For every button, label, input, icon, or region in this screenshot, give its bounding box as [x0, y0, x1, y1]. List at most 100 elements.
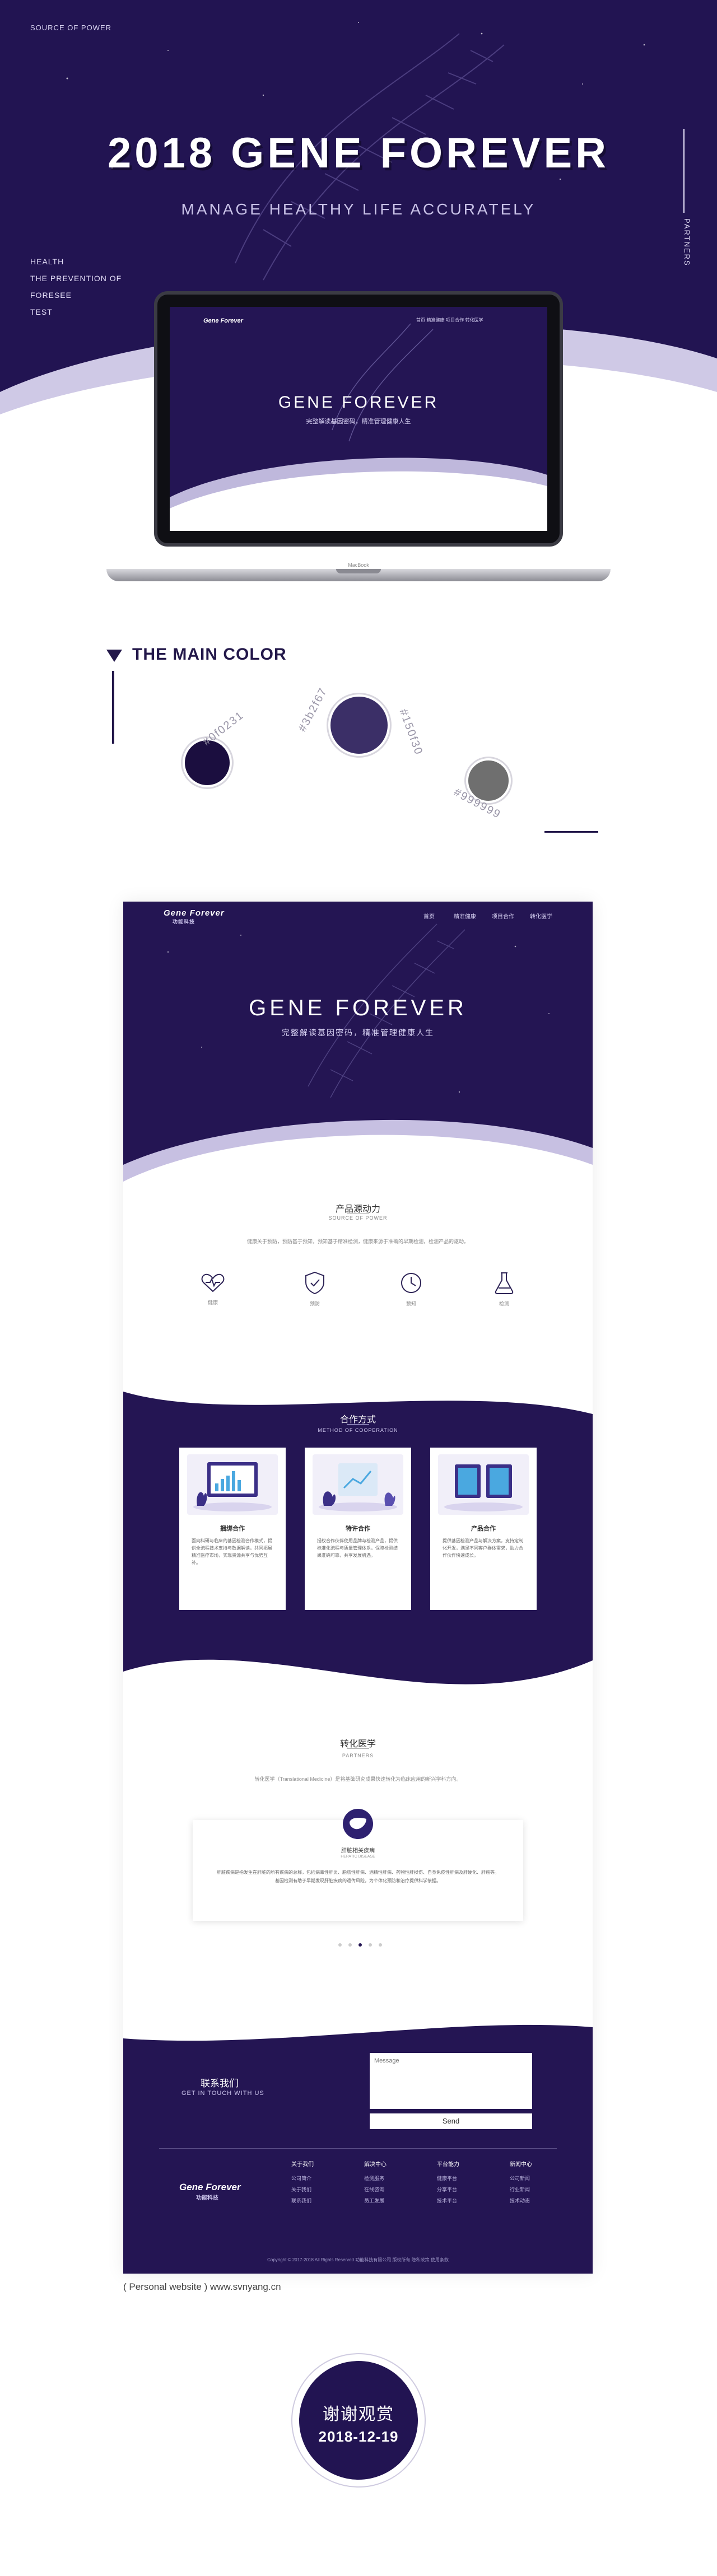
footer-link[interactable]: 关于我们 — [291, 2184, 314, 2195]
power-subtitle: SOURCE OF POWER — [328, 1215, 388, 1221]
carousel-dot[interactable] — [338, 1943, 342, 1947]
laptop-frame: GENE FOREVER 完整解读基因密码，精准管理健康人生 Gene Fore… — [154, 291, 563, 547]
card-illustration — [187, 1454, 278, 1515]
clock-icon — [401, 1273, 421, 1293]
hero-title: 2018 GENE FOREVER — [107, 129, 610, 177]
card-title: 特许合作 — [346, 1525, 370, 1532]
svg-text:首页 精准健康 项目合作 转化医学: 首页 精准健康 项目合作 转化医学 — [416, 317, 483, 323]
footer-link[interactable]: 技术平台 — [437, 2195, 459, 2206]
hero-subtitle: MANAGE HEALTHY LIFE ACCURATELY — [181, 200, 536, 218]
personal-website[interactable]: ( Personal website ) www.svnyang.cn — [123, 2281, 281, 2293]
laptop-screen: GENE FOREVER 完整解读基因密码，精准管理健康人生 Gene Fore… — [170, 307, 547, 531]
footer-column-title: 平台能力 — [437, 2162, 459, 2168]
footer-link[interactable]: 行业新闻 — [510, 2184, 532, 2195]
coop-card[interactable]: 捆绑合作 面向科研与临床的基因检测合作模式，提供全流程技术支持与数据解读，共同拓… — [179, 1448, 286, 1610]
carousel-dot[interactable] — [379, 1943, 382, 1947]
power-item[interactable]: 健康 — [190, 1271, 235, 1306]
site-hero: Gene Forever 功能科技 首页 精准健康 项目合作 转化医学 GENE… — [123, 902, 593, 1215]
footer-wave — [123, 2016, 593, 2041]
flask-icon — [495, 1272, 514, 1294]
macbook-label: MacBook — [348, 562, 369, 568]
color-hex: #150f30 — [397, 707, 425, 757]
power-intro: 健康关于预防，预防基于预知，预知基于精准检测，健康来源于准确的早期检测，检测产品… — [246, 1239, 469, 1244]
color-hex: #0f0231 — [201, 708, 246, 749]
card-title: 产品合作 — [471, 1525, 496, 1532]
carousel-dot[interactable] — [369, 1943, 372, 1947]
copyright: Copyright © 2017-2018 All Rights Reserve… — [267, 2257, 449, 2262]
color-hex: #3b2f67 — [296, 685, 330, 734]
coop-subtitle: METHOD OF COOPERATION — [318, 1427, 398, 1433]
hero-side-list: HEALTH THE PREVENTION OF FORESEE TEST — [30, 253, 122, 320]
footer-link[interactable]: 公司简介 — [291, 2173, 314, 2184]
thanks-date: 2018-12-19 — [318, 2428, 399, 2445]
triangle-icon — [106, 650, 122, 662]
footer-column: 新闻中心 公司新闻 行业新闻 技术动态 — [510, 2159, 532, 2206]
carousel-dot-active[interactable] — [358, 1943, 362, 1947]
send-button[interactable]: Send — [370, 2113, 532, 2129]
partners-divider — [683, 129, 685, 213]
footer-link[interactable]: 技术动态 — [510, 2195, 532, 2206]
partner-card-subtitle: HEPATIC DISEASE — [341, 1855, 375, 1859]
screen-preview-art: GENE FOREVER 完整解读基因密码，精准管理健康人生 Gene Fore… — [170, 317, 547, 531]
coop-card[interactable]: 特许合作 授权合作伙伴使用品牌与检测产品，提供标准化流程与质量管理体系，保障检测… — [305, 1448, 411, 1610]
site-hero-subtitle: 完整解读基因密码，精准管理健康人生 — [282, 1028, 434, 1037]
footer-link[interactable]: 分享平台 — [437, 2184, 459, 2195]
footer-logo[interactable]: Gene Forever 功能科技 — [179, 2182, 241, 2201]
card-illustration — [313, 1454, 403, 1515]
partners-intro: 转化医学（Translational Medicine）是将基础研究成果快速转化… — [254, 1776, 462, 1782]
nav-item-home[interactable]: 首页 — [423, 912, 435, 920]
svg-text:GENE FOREVER: GENE FOREVER — [278, 393, 439, 412]
thanks-text: 谢谢观赏 — [323, 2405, 394, 2424]
contact-subtitle: GET IN TOUCH WITH US — [181, 2090, 264, 2097]
card-illustration — [438, 1454, 529, 1515]
footer-column: 解决中心 检测服务 在线咨询 员工发展 — [364, 2159, 387, 2206]
footer-link[interactable]: 公司新闻 — [510, 2173, 532, 2184]
hero-tag: SOURCE OF POWER — [30, 24, 112, 32]
partners-subtitle: PARTNERS — [342, 1753, 374, 1758]
nav-item-medicine[interactable]: 转化医学 — [530, 912, 552, 920]
coop-title: 合作方式 — [339, 1415, 376, 1425]
main-color-underline — [544, 831, 598, 833]
liver-icon — [343, 1809, 373, 1839]
shield-icon — [305, 1271, 324, 1295]
nav-item-health[interactable]: 精准健康 — [454, 912, 476, 920]
side-item: TEST — [30, 307, 53, 316]
svg-text:Gene Forever: Gene Forever — [203, 318, 244, 324]
footer-column-title: 新闻中心 — [510, 2162, 532, 2168]
contact-title: 联系我们 — [201, 2078, 239, 2089]
svg-text:完整解读基因密码，精准管理健康人生: 完整解读基因密码，精准管理健康人生 — [306, 417, 411, 425]
power-item[interactable]: 预知 — [389, 1271, 434, 1307]
message-field[interactable] — [370, 2053, 532, 2109]
card-text: 提供基因检测产品与解决方案，支持定制化开发，满足不同客户群体需求，助力合作伙伴快… — [443, 1538, 523, 1558]
side-item: HEALTH — [30, 257, 64, 266]
coop-card[interactable]: 产品合作 提供基因检测产品与解决方案，支持定制化开发，满足不同客户群体需求，助力… — [430, 1448, 537, 1610]
footer-link[interactable]: 员工发展 — [364, 2195, 387, 2206]
site-logo[interactable]: Gene Forever 功能科技 — [164, 908, 225, 925]
footer-link[interactable]: 联系我们 — [291, 2195, 314, 2206]
partners-title: 转化医学 — [339, 1739, 376, 1749]
footer-column-title: 解决中心 — [364, 2162, 387, 2168]
partner-card[interactable]: 肝脏相关疾病 HEPATIC DISEASE 肝脏疾病是指发生在肝脏的所有疾病的… — [193, 1809, 523, 1921]
laptop-notch — [336, 569, 381, 573]
footer-divider — [159, 2148, 557, 2149]
heart-icon — [201, 1273, 225, 1292]
card-text: 面向科研与临床的基因检测合作模式，提供全流程技术支持与数据解读，共同拓展精准医疗… — [192, 1538, 272, 1565]
color-swatch — [328, 694, 390, 756]
footer-column: 平台能力 健康平台 分享平台 技术平台 — [437, 2159, 459, 2206]
power-item-label: 健康 — [207, 1300, 218, 1305]
main-color-bar — [112, 671, 114, 744]
power-item[interactable]: 预防 — [292, 1271, 337, 1307]
footer-link[interactable]: 在线咨询 — [364, 2184, 387, 2195]
website-mockup: Gene Forever 功能科技 首页 精准健康 项目合作 转化医学 GENE… — [123, 902, 593, 2274]
carousel-dot[interactable] — [348, 1943, 352, 1947]
nav-item-cooperation[interactable]: 项目合作 — [492, 912, 514, 920]
power-item[interactable]: 检测 — [482, 1271, 527, 1307]
side-item: THE PREVENTION OF — [30, 274, 122, 283]
power-item-label: 预知 — [406, 1301, 416, 1306]
thanks-badge: 谢谢观赏 2018-12-19 — [299, 2361, 418, 2480]
card-text: 授权合作伙伴使用品牌与检测产品，提供标准化流程与质量管理体系，保障检测结果准确可… — [317, 1538, 398, 1558]
footer-logo-sub: 功能科技 — [196, 2195, 218, 2201]
power-divider — [347, 1213, 369, 1214]
footer-link[interactable]: 检测服务 — [364, 2173, 387, 2184]
footer-link[interactable]: 健康平台 — [437, 2173, 459, 2184]
